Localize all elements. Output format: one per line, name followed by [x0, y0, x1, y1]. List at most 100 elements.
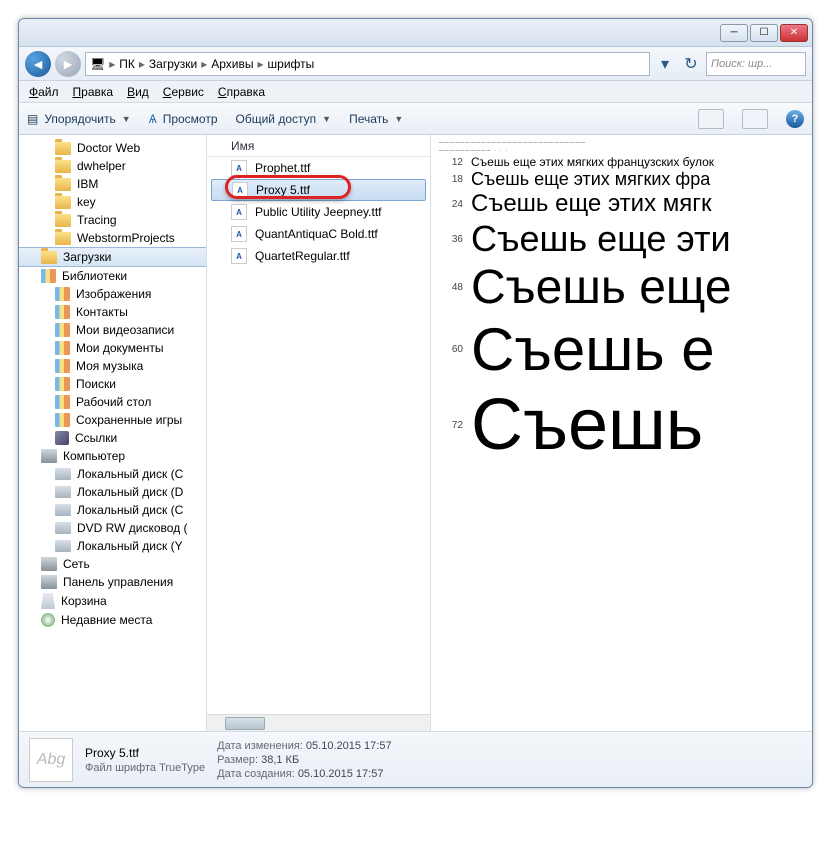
- f-icon: [41, 251, 57, 264]
- tree-item[interactable]: Компьютер: [19, 447, 206, 465]
- tree-item[interactable]: Изображения: [19, 285, 206, 303]
- tree-item[interactable]: Локальный диск (С: [19, 501, 206, 519]
- preview-button[interactable]: Ѧ Просмотр: [149, 112, 218, 126]
- lib-icon: [55, 359, 70, 373]
- file-type-icon: Abg: [29, 738, 73, 782]
- file-item[interactable]: AProxy 5.ttf: [211, 179, 426, 201]
- menu-view[interactable]: Вид: [127, 85, 149, 99]
- font-file-icon: A: [231, 204, 247, 220]
- font-file-icon: A: [231, 248, 247, 264]
- file-name: QuantAntiquaC Bold.ttf: [255, 227, 378, 241]
- menu-tools[interactable]: Сервис: [163, 85, 204, 99]
- preview-label: Просмотр: [163, 112, 218, 126]
- view-mode-button[interactable]: [698, 109, 724, 129]
- pc-icon: [41, 575, 57, 589]
- clock-icon: [41, 613, 55, 627]
- font-file-icon: A: [232, 182, 248, 198]
- help-button[interactable]: ?: [786, 110, 804, 128]
- details-size-label: Размер:: [217, 754, 258, 766]
- f-icon: [55, 142, 71, 155]
- tree-item[interactable]: Сохраненные игры: [19, 411, 206, 429]
- forward-button[interactable]: ►: [55, 51, 81, 77]
- tree-item[interactable]: Библиотеки: [19, 267, 206, 285]
- file-item[interactable]: AProphet.ttf: [207, 157, 430, 179]
- tree-item-label: Поиски: [76, 377, 116, 391]
- minimize-button[interactable]: ─: [720, 24, 748, 42]
- titlebar: ─ ☐ ✕: [19, 19, 812, 47]
- tree-item[interactable]: Рабочий стол: [19, 393, 206, 411]
- crumb-archives[interactable]: Архивы: [211, 57, 253, 71]
- tree-item[interactable]: Мои видеозаписи: [19, 321, 206, 339]
- crumb-fonts[interactable]: шрифты: [268, 57, 315, 71]
- tree-item[interactable]: Локальный диск (C: [19, 465, 206, 483]
- tree-item-label: IBM: [77, 177, 98, 191]
- lib-icon: [55, 413, 70, 427]
- menu-edit[interactable]: Правка: [73, 85, 114, 99]
- search-placeholder: Поиск: шр...: [711, 58, 772, 70]
- tree-item-label: Локальный диск (С: [77, 503, 183, 517]
- details-bar: Abg Proxy 5.ttf Файл шрифта TrueType Дат…: [19, 731, 812, 787]
- preview-pane-button[interactable]: [742, 109, 768, 129]
- tree-item-label: Локальный диск (D: [77, 485, 183, 499]
- history-dropdown[interactable]: ▾: [654, 53, 676, 75]
- file-item[interactable]: AQuartetRegular.ttf: [207, 245, 430, 267]
- chevron-right-icon: ▸: [109, 57, 115, 71]
- tree-item[interactable]: dwhelper: [19, 157, 206, 175]
- preview-sample-line: 24Съешь еще этих мягк: [431, 190, 812, 218]
- tree-item[interactable]: WebstormProjects: [19, 229, 206, 247]
- menu-help[interactable]: Справка: [218, 85, 265, 99]
- nav-tree[interactable]: Doctor Webdwhelper IBM keyTracingWebstormP…: [19, 135, 207, 731]
- drv-icon: [55, 486, 71, 498]
- tree-item[interactable]: Doctor Web: [19, 139, 206, 157]
- preview-size-label: 48: [431, 282, 463, 293]
- tree-item-label: Изображения: [76, 287, 151, 301]
- scrollbar-thumb[interactable]: [225, 717, 265, 730]
- details-filename: Proxy 5.ttf: [85, 746, 205, 760]
- preview-size-label: 36: [431, 234, 463, 245]
- preview-pane: ──────────────────────────── ────────── …: [431, 135, 812, 731]
- lib-icon: [55, 323, 70, 337]
- tree-item[interactable]: Моя музыка: [19, 357, 206, 375]
- tree-item[interactable]: Поиски: [19, 375, 206, 393]
- f-icon: [55, 214, 71, 227]
- tree-item[interactable]: IBM: [19, 175, 206, 193]
- tree-item[interactable]: Корзина: [19, 591, 206, 611]
- tree-item[interactable]: key: [19, 193, 206, 211]
- address-bar[interactable]: 🖥 ▸ ПК ▸ Загрузки ▸ Архивы ▸ шрифты: [85, 52, 650, 76]
- menu-bar: Файл Правка Вид Сервис Справка: [19, 81, 812, 103]
- print-button[interactable]: Печать ▼: [349, 112, 403, 126]
- tree-item[interactable]: Загрузки: [19, 247, 206, 267]
- search-input[interactable]: Поиск: шр...: [706, 52, 806, 76]
- tree-item-label: Локальный диск (C: [77, 467, 183, 481]
- maximize-button[interactable]: ☐: [750, 24, 778, 42]
- horizontal-scrollbar[interactable]: [207, 714, 430, 731]
- share-button[interactable]: Общий доступ ▼: [236, 112, 332, 126]
- refresh-button[interactable]: ↻: [680, 53, 702, 75]
- tree-item[interactable]: Мои документы: [19, 339, 206, 357]
- chevron-right-icon: ▸: [201, 57, 207, 71]
- file-item[interactable]: AQuantAntiquaC Bold.ttf: [207, 223, 430, 245]
- preview-sample-text: Съешь е: [471, 315, 715, 384]
- tree-item[interactable]: Контакты: [19, 303, 206, 321]
- tree-item[interactable]: DVD RW дисковод (: [19, 519, 206, 537]
- tree-item-label: Компьютер: [63, 449, 125, 463]
- menu-file[interactable]: Файл: [29, 85, 59, 99]
- column-header-name[interactable]: Имя: [207, 135, 430, 157]
- tree-item[interactable]: Локальный диск (Y: [19, 537, 206, 555]
- tree-item[interactable]: Ссылки: [19, 429, 206, 447]
- tree-item[interactable]: Недавние места: [19, 611, 206, 629]
- back-button[interactable]: ◄: [25, 51, 51, 77]
- file-item[interactable]: A Public Utility Jeepney.ttf: [207, 201, 430, 223]
- link-icon: [55, 431, 69, 445]
- close-button[interactable]: ✕: [780, 24, 808, 42]
- file-name: Public Utility Jeepney.ttf: [255, 205, 382, 219]
- crumb-pc[interactable]: ПК: [119, 57, 135, 71]
- tree-item[interactable]: Tracing: [19, 211, 206, 229]
- details-filetype: Файл шрифта TrueType: [85, 762, 205, 774]
- crumb-downloads[interactable]: Загрузки: [149, 57, 197, 71]
- tree-item[interactable]: Панель управления: [19, 573, 206, 591]
- preview-sample-line: 36Съешь еще эти: [431, 218, 812, 260]
- organize-button[interactable]: ▤ Упорядочить ▼: [27, 112, 131, 126]
- tree-item[interactable]: Локальный диск (D: [19, 483, 206, 501]
- tree-item[interactable]: Сеть: [19, 555, 206, 573]
